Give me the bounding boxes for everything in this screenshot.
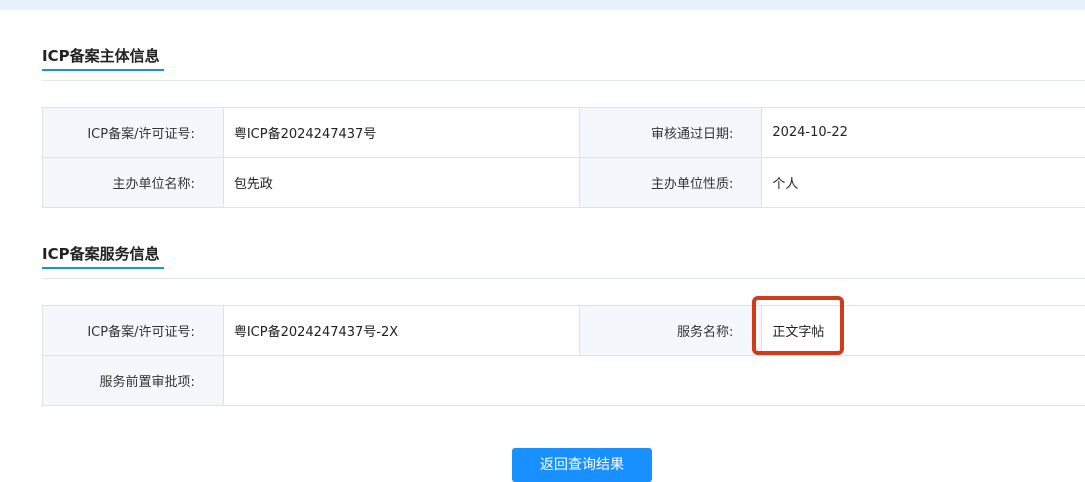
table-row: 主办单位名称: 包先政 主办单位性质: 个人 bbox=[43, 158, 1085, 208]
table-row: 服务前置审批项: bbox=[43, 356, 1085, 406]
subject-section-title: ICP备案主体信息 bbox=[42, 47, 160, 65]
subject-info-table: ICP备案/许可证号: 粤ICP备2024247437号 审核通过日期: 202… bbox=[42, 107, 1085, 208]
approval-date-value: 2024-10-22 bbox=[762, 108, 1085, 158]
service-title-rule bbox=[42, 278, 1085, 279]
approval-date-label: 审核通过日期: bbox=[580, 108, 763, 158]
organizer-name-value: 包先政 bbox=[223, 158, 581, 208]
service-name-highlight bbox=[752, 296, 844, 355]
subject-title-rule bbox=[42, 80, 1085, 81]
service-info-table: ICP备案/许可证号: 粤ICP备2024247437号-2X 服务名称: 正文… bbox=[42, 305, 1085, 406]
table-row: ICP备案/许可证号: 粤ICP备2024247437号-2X 服务名称: 正文… bbox=[43, 306, 1085, 356]
license-number-label: ICP备案/许可证号: bbox=[43, 108, 224, 158]
service-title-underline bbox=[42, 267, 164, 269]
back-to-results-button[interactable]: 返回查询结果 bbox=[512, 448, 652, 482]
organizer-type-value: 个人 bbox=[762, 158, 1085, 208]
service-section-title: ICP备案服务信息 bbox=[42, 245, 160, 263]
top-band bbox=[0, 0, 1085, 10]
pre-approval-label: 服务前置审批项: bbox=[43, 356, 224, 406]
service-name-label: 服务名称: bbox=[580, 306, 763, 356]
organizer-type-label: 主办单位性质: bbox=[580, 158, 763, 208]
service-license-value: 粤ICP备2024247437号-2X bbox=[223, 306, 581, 356]
table-row: ICP备案/许可证号: 粤ICP备2024247437号 审核通过日期: 202… bbox=[43, 108, 1085, 158]
license-number-value: 粤ICP备2024247437号 bbox=[223, 108, 581, 158]
pre-approval-value bbox=[223, 356, 1085, 406]
subject-title-underline bbox=[42, 69, 164, 71]
organizer-name-label: 主办单位名称: bbox=[43, 158, 224, 208]
service-license-label: ICP备案/许可证号: bbox=[43, 306, 224, 356]
